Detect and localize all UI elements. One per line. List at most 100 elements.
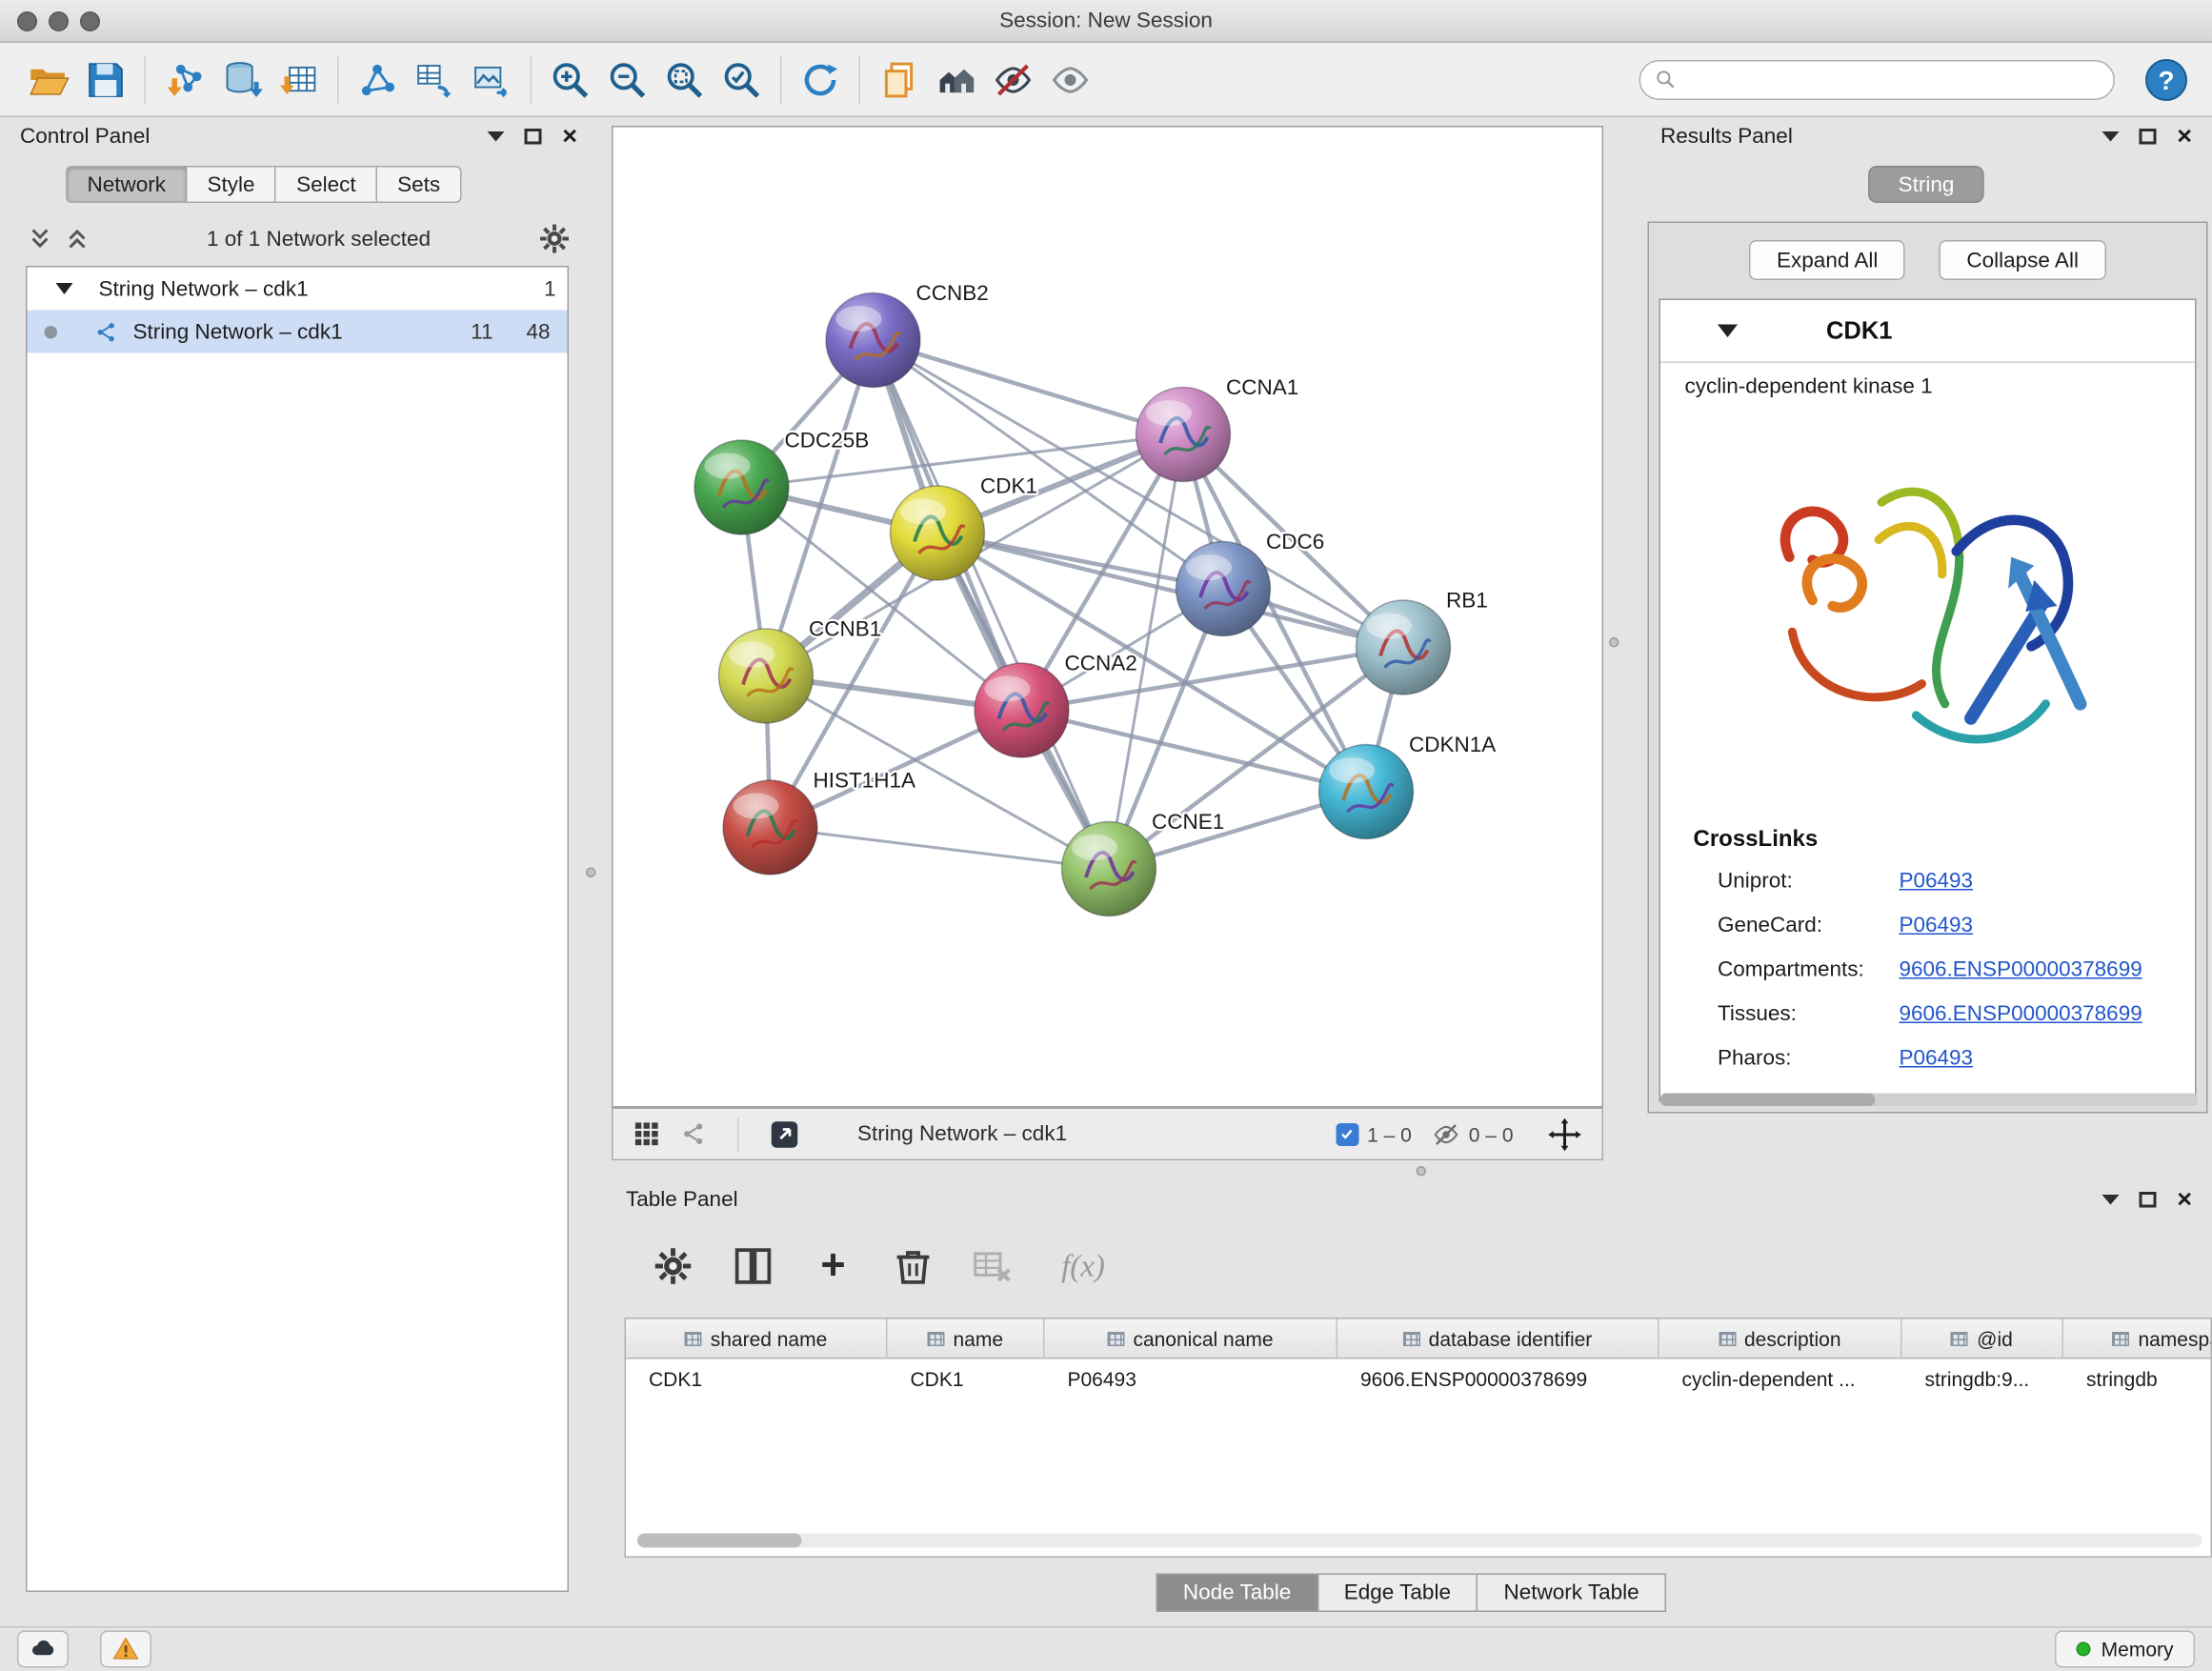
network-node[interactable]: CDC6 xyxy=(1176,530,1325,636)
network-edge[interactable] xyxy=(1022,711,1367,793)
network-collection-row[interactable]: String Network – cdk1 1 xyxy=(28,268,568,311)
network-node[interactable]: CCNB2 xyxy=(826,281,989,388)
network-node[interactable]: CCNB1 xyxy=(719,617,882,724)
cloud-status-button[interactable] xyxy=(17,1631,69,1668)
column-header[interactable]: database identifier xyxy=(1337,1319,1659,1359)
network-node[interactable]: RB1 xyxy=(1357,589,1488,695)
bottom-splitter-handle[interactable] xyxy=(1417,1166,1427,1177)
tab-edge-table[interactable]: Edge Table xyxy=(1317,1574,1478,1613)
show-columns-button[interactable] xyxy=(732,1245,774,1288)
expand-all-button[interactable]: Expand All xyxy=(1750,240,1905,280)
hide-graphics-details-button[interactable] xyxy=(985,50,1042,110)
crosslink-link[interactable]: 9606.ENSP00000378699 xyxy=(1900,957,2142,982)
network-share-gray-icon[interactable] xyxy=(680,1120,708,1148)
table-cell[interactable]: stringdb:9... xyxy=(1902,1359,2064,1399)
crosslink-link[interactable]: 9606.ENSP00000378699 xyxy=(1900,1002,2142,1027)
table-hscrollbar-thumb[interactable] xyxy=(637,1534,802,1548)
left-splitter-handle[interactable] xyxy=(586,868,596,878)
import-network-from-file-button[interactable] xyxy=(156,50,213,110)
close-panel-icon[interactable]: × xyxy=(2177,1189,2192,1209)
expand-all-tree-icon[interactable] xyxy=(26,225,54,253)
import-network-from-database-button[interactable] xyxy=(213,50,271,110)
zoom-out-button[interactable] xyxy=(599,50,656,110)
float-panel-icon[interactable] xyxy=(2140,1191,2157,1207)
float-panel-icon[interactable] xyxy=(525,128,542,144)
collapse-all-button[interactable]: Collapse All xyxy=(1940,240,2106,280)
new-network-button[interactable] xyxy=(349,50,406,110)
table-cell[interactable]: CDK1 xyxy=(888,1359,1045,1399)
table-cell[interactable]: stringdb xyxy=(2063,1359,2212,1399)
tab-select[interactable]: Select xyxy=(275,166,378,203)
results-scrollbar-thumb[interactable] xyxy=(1660,1094,1875,1107)
pan-crosshair-icon[interactable] xyxy=(1548,1117,1582,1151)
table-cell[interactable]: 9606.ENSP00000378699 xyxy=(1337,1359,1659,1399)
zoom-in-button[interactable] xyxy=(542,50,599,110)
table-hscrollbar[interactable] xyxy=(637,1534,2202,1548)
network-edge[interactable] xyxy=(874,340,1184,434)
minimize-window-button[interactable] xyxy=(49,11,69,31)
column-header[interactable]: shared name xyxy=(626,1319,888,1359)
close-panel-icon[interactable]: × xyxy=(562,126,577,146)
panel-menu-icon[interactable] xyxy=(2102,1194,2120,1204)
string-results-tab[interactable]: String xyxy=(1868,166,1984,203)
column-header[interactable]: @id xyxy=(1902,1319,2064,1359)
help-button[interactable]: ? xyxy=(2143,56,2189,102)
network-node[interactable]: CDK1 xyxy=(891,474,1038,580)
warnings-button[interactable] xyxy=(100,1631,151,1668)
network-edge[interactable] xyxy=(771,828,1110,870)
column-header[interactable]: description xyxy=(1659,1319,1902,1359)
network-canvas[interactable]: CCNB2CCNA1CDC25BCDK1CDC6RB1CCNB1CCNA2CDK… xyxy=(613,128,1602,1107)
zoom-fit-button[interactable] xyxy=(656,50,714,110)
function-builder-button[interactable]: f(x) xyxy=(1052,1245,1115,1288)
table-cell[interactable]: CDK1 xyxy=(626,1359,888,1399)
tab-node-table[interactable]: Node Table xyxy=(1156,1574,1317,1613)
column-header[interactable]: name xyxy=(888,1319,1045,1359)
table-cell[interactable]: cyclin-dependent ... xyxy=(1659,1359,1902,1399)
new-network-from-table-button[interactable] xyxy=(406,50,463,110)
right-splitter-handle[interactable] xyxy=(1609,637,1619,648)
zoom-window-button[interactable] xyxy=(80,11,100,31)
column-header[interactable]: namespace xyxy=(2063,1319,2212,1359)
network-options-button[interactable] xyxy=(537,222,572,256)
save-session-button[interactable] xyxy=(77,50,134,110)
open-session-button[interactable] xyxy=(20,50,77,110)
collapse-section-icon[interactable] xyxy=(1718,325,1738,338)
crosslink-link[interactable]: P06493 xyxy=(1900,914,1974,938)
search-input[interactable] xyxy=(1685,67,2100,92)
column-header[interactable]: canonical name xyxy=(1045,1319,1338,1359)
close-window-button[interactable] xyxy=(17,11,37,31)
collapse-all-tree-icon[interactable] xyxy=(63,225,91,253)
table-cell[interactable]: P06493 xyxy=(1045,1359,1338,1399)
results-scrollbar[interactable] xyxy=(1660,1094,2198,1107)
tab-network[interactable]: Network xyxy=(66,166,188,203)
network-row-selected[interactable]: String Network – cdk1 11 48 xyxy=(28,311,568,353)
gene-section-header[interactable]: CDK1 xyxy=(1660,300,2195,363)
export-image-button[interactable] xyxy=(463,50,520,110)
copy-button[interactable] xyxy=(871,50,928,110)
hidden-eye-icon[interactable] xyxy=(1432,1119,1460,1148)
delete-table-button[interactable] xyxy=(972,1245,1015,1288)
crosslink-link[interactable]: P06493 xyxy=(1900,869,1974,894)
tab-sets[interactable]: Sets xyxy=(376,166,462,203)
overview-button[interactable] xyxy=(928,50,985,110)
tab-network-table[interactable]: Network Table xyxy=(1477,1574,1666,1613)
create-column-button[interactable]: + xyxy=(812,1245,855,1288)
tab-style[interactable]: Style xyxy=(186,166,276,203)
disclosure-triangle-icon[interactable] xyxy=(56,283,73,294)
network-node[interactable]: HIST1H1A xyxy=(723,769,915,876)
panel-menu-icon[interactable] xyxy=(488,131,505,141)
panel-menu-icon[interactable] xyxy=(2102,131,2120,141)
apply-layout-button[interactable] xyxy=(792,50,849,110)
grid-view-icon[interactable] xyxy=(633,1120,661,1148)
zoom-selected-button[interactable] xyxy=(714,50,771,110)
network-node[interactable]: CDKN1A xyxy=(1319,733,1497,839)
table-row[interactable]: CDK1CDK1P064939606.ENSP00000378699cyclin… xyxy=(626,1359,2211,1399)
float-panel-icon[interactable] xyxy=(2140,128,2157,144)
detach-view-icon[interactable] xyxy=(769,1118,800,1150)
close-panel-icon[interactable]: × xyxy=(2177,126,2192,146)
show-graphics-details-button[interactable] xyxy=(1042,50,1099,110)
import-table-from-file-button[interactable] xyxy=(271,50,328,110)
memory-button[interactable]: Memory xyxy=(2056,1631,2195,1668)
selected-checkbox-icon[interactable] xyxy=(1336,1122,1358,1145)
table-options-button[interactable] xyxy=(652,1245,694,1288)
